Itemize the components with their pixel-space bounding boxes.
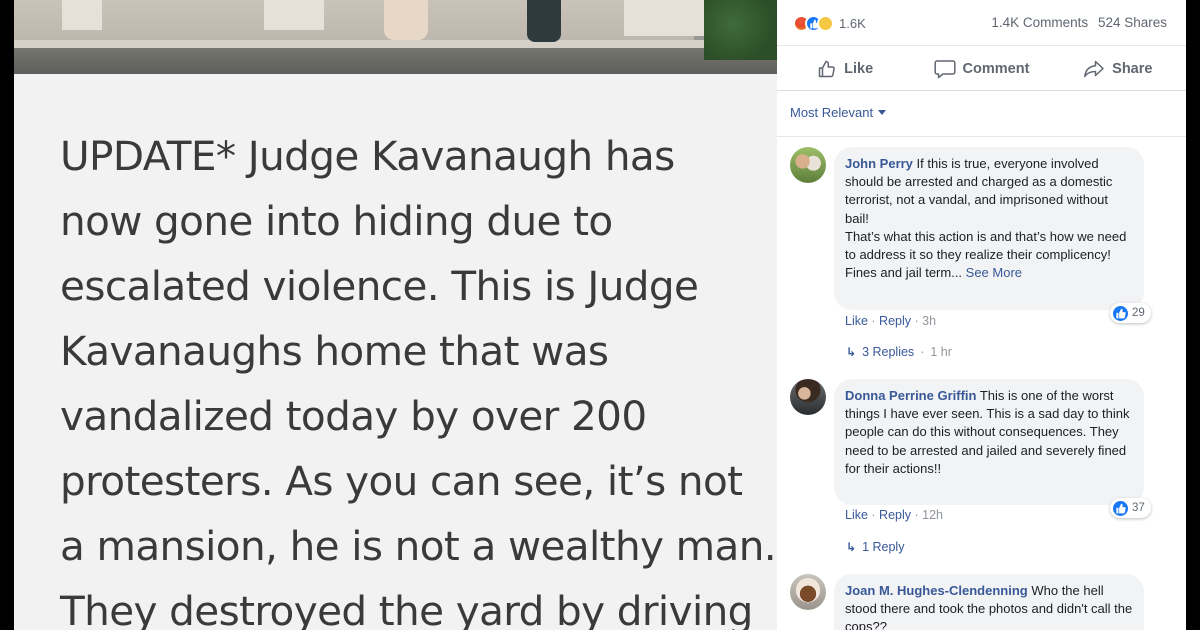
comment-sort-dropdown[interactable]: Most Relevant (790, 105, 887, 120)
sort-label: Most Relevant (790, 105, 874, 120)
comment-bubble: John Perry If this is true, everyone inv… (834, 147, 1144, 310)
post-image[interactable]: UPDATE* Judge Kavanaugh has now gone int… (14, 0, 777, 630)
view-replies-link[interactable]: ↳ 1 Reply (846, 540, 904, 554)
comment-like-count[interactable]: 37 (1110, 498, 1151, 518)
reactions-summary[interactable]: 1.6K (793, 14, 866, 32)
engagement-stats: 1.6K 1.4K Comments 524 Shares (777, 0, 1186, 46)
share-arrow-icon (1084, 60, 1104, 77)
comment-bubble: Joan M. Hughes-Clendenning Who the hell … (834, 574, 1144, 630)
caption-line: vandalized today by over 200 (60, 392, 647, 440)
post-caption-text: UPDATE* Judge Kavanaugh has now gone int… (60, 124, 777, 630)
comment-like-count[interactable]: 29 (1110, 303, 1151, 323)
caption-line: UPDATE* Judge Kavanaugh has (60, 132, 675, 180)
comment-time[interactable]: 12h (922, 508, 943, 522)
share-button[interactable]: Share (1050, 47, 1186, 90)
caret-down-icon (878, 110, 887, 115)
like-button-label: Like (844, 60, 874, 77)
comment-button[interactable]: Comment (913, 47, 1049, 90)
share-button-label: Share (1112, 60, 1153, 77)
action-bar: Like Comment Share (777, 47, 1186, 91)
shares-count-link[interactable]: 524 Shares (1098, 15, 1167, 30)
view-replies-link[interactable]: ↳ 3 Replies · 1 hr (846, 345, 952, 359)
commenter-name[interactable]: John Perry (845, 156, 913, 171)
like-count: 29 (1132, 307, 1145, 319)
comment-button-label: Comment (962, 60, 1030, 77)
comment-like-link[interactable]: Like (845, 314, 868, 328)
caption-line: a mansion, he is not a wealthy man. (60, 522, 777, 570)
like-button[interactable]: Like (777, 47, 913, 90)
comment-like-link[interactable]: Like (845, 508, 868, 522)
caption-line: protesters. As you can see, it’s not (60, 457, 743, 505)
like-reaction-icon (1113, 305, 1128, 321)
comment-reply-link[interactable]: Reply (879, 508, 911, 522)
caption-line: escalated violence. This is Judge (60, 262, 699, 310)
speech-bubble-icon (933, 59, 956, 78)
avatar[interactable] (790, 147, 826, 183)
caption-line: now gone into hiding due to (60, 197, 613, 245)
like-count: 37 (1132, 502, 1145, 514)
comment-bubble: Donna Perrine Griffin This is one of the… (834, 379, 1144, 505)
like-reaction-icon (1113, 500, 1128, 516)
commenter-name[interactable]: Joan M. Hughes-Clendenning (845, 583, 1028, 598)
comments-count-link[interactable]: 1.4K Comments (991, 15, 1088, 30)
house-photo (14, 0, 777, 74)
reaction-count: 1.6K (839, 15, 866, 31)
reply-arrow-icon: ↳ (846, 345, 857, 359)
comment-time[interactable]: 3h (922, 314, 936, 328)
reply-arrow-icon: ↳ (846, 540, 857, 554)
caption-line: Kavanaughs home that was (60, 327, 609, 375)
replies-time: 1 hr (930, 345, 952, 359)
avatar[interactable] (790, 574, 826, 610)
sad-reaction-icon (817, 14, 834, 32)
see-more-link[interactable]: See More (966, 265, 1022, 280)
comment-text: If this is true, everyone involved shoul… (845, 156, 1127, 281)
avatar[interactable] (790, 379, 826, 415)
comments-panel: 1.6K 1.4K Comments 524 Shares Like Comme… (777, 0, 1186, 630)
comment-meta: Like · Reply · 12h (845, 508, 943, 522)
comment-meta: Like · Reply · 3h (845, 314, 937, 328)
comment-reply-link[interactable]: Reply (879, 314, 911, 328)
divider (777, 136, 1186, 137)
commenter-name[interactable]: Donna Perrine Griffin (845, 388, 976, 403)
caption-line: They destroyed the yard by driving (60, 587, 753, 630)
replies-count: 1 Reply (862, 540, 905, 554)
replies-count: 3 Replies (862, 345, 915, 359)
thumbs-up-icon (818, 60, 836, 77)
